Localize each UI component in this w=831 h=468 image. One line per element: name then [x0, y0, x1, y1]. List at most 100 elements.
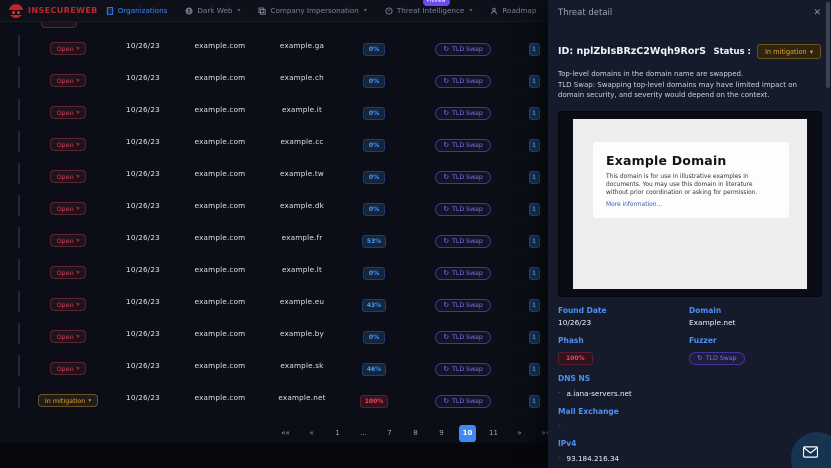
- threat-id: ID: nplZbIsBRzC2Wqh9RorS: [558, 46, 713, 57]
- row-count-badge[interactable]: 1: [529, 171, 540, 184]
- row-status-button[interactable]: In mitigation ▾: [38, 394, 98, 407]
- row-fuzzer-badge[interactable]: ↻ TLD Swap: [435, 171, 491, 184]
- row-status-button[interactable]: Open ▾: [50, 234, 87, 247]
- swap-icon: ↻: [443, 174, 449, 181]
- fuzzer-badge-label: TLD Swap: [706, 355, 737, 362]
- domain-value: Example.net: [689, 318, 821, 327]
- row-checkbox[interactable]: [18, 195, 20, 216]
- row-status-button[interactable]: Open ▾: [50, 298, 87, 311]
- row-fuzzer-badge[interactable]: ↻ TLD Swap: [435, 107, 491, 120]
- building-icon: [106, 7, 114, 15]
- row-checkbox[interactable]: [18, 67, 20, 88]
- nav-item-organizations[interactable]: Organizations: [106, 6, 168, 15]
- row-similarity-badge: 53%: [362, 235, 386, 248]
- page-current[interactable]: 10: [459, 425, 476, 442]
- row-fuzzer-badge[interactable]: ↻ TLD Swap: [435, 331, 491, 344]
- nav-item-threat-intelligence[interactable]: PreviewThreat Intelligence▾: [385, 6, 473, 15]
- row-fuzzer-badge[interactable]: ↻ TLD Swap: [435, 203, 491, 216]
- main-nav: OrganizationsDark Web▾Company Impersonat…: [106, 6, 610, 15]
- row-status-button[interactable]: Open ▾: [50, 330, 87, 343]
- row-status-label: In mitigation: [45, 397, 85, 405]
- row-found-date: 10/26/23: [108, 233, 178, 242]
- row-status-button[interactable]: Open ▾: [50, 266, 87, 279]
- row-found-date: 10/26/23: [108, 297, 178, 306]
- page-item[interactable]: 9: [433, 425, 450, 442]
- row-status-button[interactable]: Open ▾: [50, 202, 87, 215]
- row-count-badge[interactable]: 1: [529, 107, 540, 120]
- row-checkbox[interactable]: [18, 387, 20, 408]
- row-count-badge[interactable]: 1: [529, 363, 540, 376]
- close-icon[interactable]: ✕: [813, 9, 821, 18]
- row-checkbox[interactable]: [18, 259, 20, 280]
- row-count-badge[interactable]: 1: [529, 43, 540, 56]
- row-status-button[interactable]: Open ▾: [50, 106, 87, 119]
- row-checkbox[interactable]: [18, 35, 20, 56]
- row-checkbox[interactable]: [18, 355, 20, 376]
- row-threat-domain: example.it: [262, 105, 342, 114]
- row-status-label: Open: [57, 141, 74, 149]
- row-fuzzer-badge[interactable]: ↻ TLD Swap: [435, 363, 491, 376]
- domain-label: Domain: [689, 306, 821, 315]
- row-fuzzer-badge[interactable]: ↻ TLD Swap: [435, 235, 491, 248]
- row-found-date: 10/26/23: [108, 201, 178, 210]
- swap-icon: ↻: [443, 270, 449, 277]
- mail-exchange-label: Mail Exchange: [558, 407, 821, 416]
- page-item[interactable]: ««: [277, 425, 294, 442]
- page-item[interactable]: 7: [381, 425, 398, 442]
- nav-item-label: Dark Web: [197, 6, 232, 15]
- nav-item-dark-web[interactable]: Dark Web▾: [185, 6, 240, 15]
- nav-item-roadmap[interactable]: Roadmap: [490, 6, 536, 15]
- chevron-down-icon: ▾: [810, 48, 813, 56]
- row-fuzzer-badge[interactable]: ↻ TLD Swap: [435, 43, 491, 56]
- row-status-button[interactable]: Open ▾: [50, 362, 87, 375]
- nav-item-company-impersonation[interactable]: Company Impersonation▾: [258, 6, 366, 15]
- row-count-badge[interactable]: 1: [529, 395, 540, 408]
- clipped-status-button: [41, 22, 77, 28]
- row-checkbox[interactable]: [18, 99, 20, 120]
- row-status-button[interactable]: Open ▾: [50, 170, 87, 183]
- found-date-label: Found Date: [558, 306, 689, 315]
- page-item[interactable]: 11: [485, 425, 502, 442]
- row-status-label: Open: [57, 365, 74, 373]
- swap-icon: ↻: [443, 110, 449, 117]
- row-status-button[interactable]: Open ▾: [50, 74, 87, 87]
- row-checkbox[interactable]: [18, 163, 20, 184]
- brand[interactable]: INSECUREWEB: [0, 4, 98, 18]
- chevron-down-icon: ▾: [364, 7, 367, 14]
- row-checkbox[interactable]: [18, 227, 20, 248]
- row-fuzzer-badge[interactable]: ↻ TLD Swap: [435, 139, 491, 152]
- row-status-label: Open: [57, 77, 74, 85]
- page-item[interactable]: 8: [407, 425, 424, 442]
- preview-badge: Preview: [423, 0, 450, 6]
- row-status-button[interactable]: Open ▾: [50, 42, 87, 55]
- row-fuzzer-badge[interactable]: ↻ TLD Swap: [435, 299, 491, 312]
- row-fuzzer-label: TLD Swap: [452, 366, 483, 373]
- row-checkbox[interactable]: [18, 323, 20, 344]
- row-count-badge[interactable]: 1: [529, 139, 540, 152]
- row-count-badge[interactable]: 1: [529, 331, 540, 344]
- row-fuzzer-badge[interactable]: ↻ TLD Swap: [435, 75, 491, 88]
- row-count-badge[interactable]: 1: [529, 267, 540, 280]
- status-dropdown[interactable]: In mitigation ▾: [757, 44, 821, 59]
- row-source-domain: example.com: [178, 361, 262, 370]
- row-count-badge[interactable]: 1: [529, 75, 540, 88]
- row-checkbox[interactable]: [18, 131, 20, 152]
- page-item[interactable]: »: [511, 425, 528, 442]
- row-found-date: 10/26/23: [108, 137, 178, 146]
- row-threat-domain: example.by: [262, 329, 342, 338]
- row-status-button[interactable]: Open ▾: [50, 138, 87, 151]
- row-source-domain: example.com: [178, 105, 262, 114]
- page-item[interactable]: ...: [355, 425, 372, 442]
- page-item[interactable]: 1: [329, 425, 346, 442]
- row-count-badge[interactable]: 1: [529, 299, 540, 312]
- description-line: Top-level domains in the domain name are…: [558, 69, 821, 80]
- fuzzer-badge[interactable]: ↻ TLD Swap: [689, 352, 745, 365]
- page-item[interactable]: «: [303, 425, 320, 442]
- row-count-badge[interactable]: 1: [529, 203, 540, 216]
- row-fuzzer-badge[interactable]: ↻ TLD Swap: [435, 267, 491, 280]
- insecureweb-logo-icon: [9, 4, 23, 18]
- row-checkbox[interactable]: [18, 291, 20, 312]
- row-count-badge[interactable]: 1: [529, 235, 540, 248]
- panel-scrollbar[interactable]: [826, 2, 830, 88]
- row-fuzzer-badge[interactable]: ↻ TLD Swap: [435, 395, 491, 408]
